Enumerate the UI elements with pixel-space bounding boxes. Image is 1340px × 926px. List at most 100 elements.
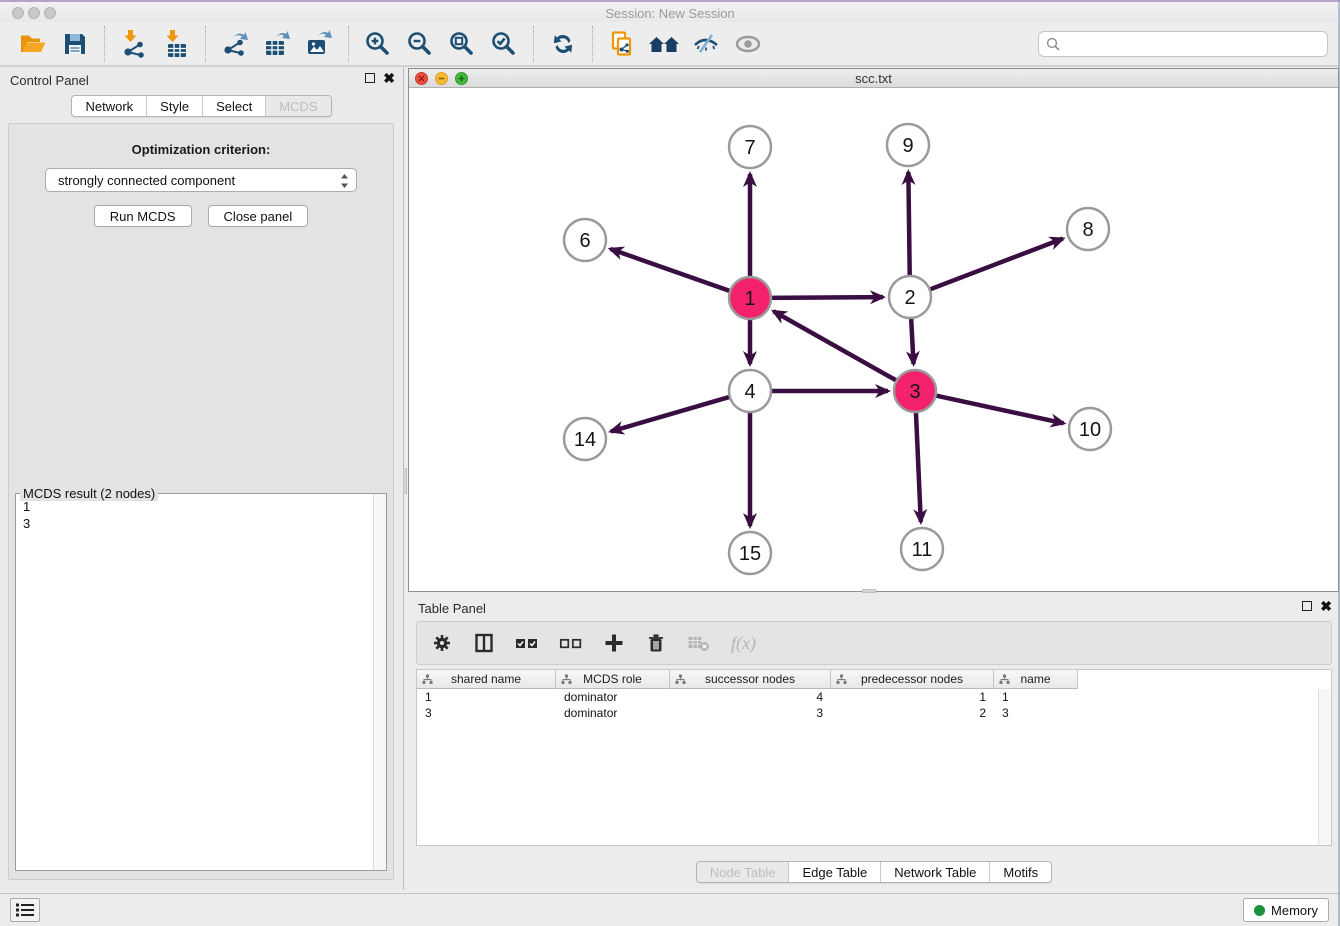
mcds-result-text[interactable]: 13 bbox=[16, 496, 372, 870]
column-header-MCDS-role[interactable]: MCDS role bbox=[556, 670, 670, 689]
show-columns-icon[interactable] bbox=[473, 632, 495, 654]
zoom-selected-icon[interactable] bbox=[487, 27, 521, 61]
graph-node-4[interactable]: 4 bbox=[729, 370, 771, 412]
graph-edge-3-1[interactable] bbox=[774, 311, 902, 383]
save-session-icon[interactable] bbox=[58, 27, 92, 61]
vertical-splitter-handle[interactable] bbox=[403, 468, 407, 494]
graph-edge-2-9[interactable] bbox=[908, 172, 909, 281]
tab-select[interactable]: Select bbox=[202, 96, 265, 116]
network-canvas[interactable]: 7 9 6 8 1 2 4 3 14 10 15 11 bbox=[409, 88, 1338, 591]
tab-mcds[interactable]: MCDS bbox=[265, 96, 330, 116]
graph-node-2[interactable]: 2 bbox=[889, 276, 931, 318]
table-cell[interactable]: 3 bbox=[994, 705, 1078, 721]
import-table-icon[interactable] bbox=[159, 27, 193, 61]
tab-network[interactable]: Network bbox=[72, 96, 146, 116]
duplicate-network-icon[interactable] bbox=[605, 27, 639, 61]
svg-text:8: 8 bbox=[1082, 219, 1093, 241]
tab-edge-table[interactable]: Edge Table bbox=[788, 862, 880, 882]
select-all-columns-icon[interactable] bbox=[515, 632, 539, 654]
table-panel-float-button[interactable] bbox=[1302, 601, 1312, 611]
table-panel-close-button[interactable]: ✖ bbox=[1320, 601, 1332, 611]
criterion-selected-value: strongly connected component bbox=[58, 173, 235, 188]
table-scrollbar[interactable] bbox=[1318, 689, 1331, 845]
graph-node-1[interactable]: 1 bbox=[729, 277, 771, 319]
table-cell[interactable]: 1 bbox=[417, 689, 556, 705]
export-table-icon[interactable] bbox=[260, 27, 294, 61]
export-network-icon[interactable] bbox=[218, 27, 252, 61]
tab-motifs[interactable]: Motifs bbox=[989, 862, 1051, 882]
horizontal-splitter-handle[interactable] bbox=[862, 589, 876, 593]
show-all-icon[interactable] bbox=[731, 27, 765, 61]
column-header-name[interactable]: name bbox=[994, 670, 1078, 689]
column-header-successor-nodes[interactable]: successor nodes bbox=[670, 670, 831, 689]
optimization-criterion-label: Optimization criterion: bbox=[9, 142, 393, 157]
search-input[interactable] bbox=[1065, 35, 1320, 52]
graph-node-10[interactable]: 10 bbox=[1069, 408, 1111, 450]
graph-edge-3-10[interactable] bbox=[931, 394, 1064, 423]
table-cell[interactable]: dominator bbox=[556, 705, 670, 721]
graph-node-11[interactable]: 11 bbox=[901, 528, 943, 570]
search-icon bbox=[1046, 37, 1060, 51]
table-cell[interactable]: 2 bbox=[831, 705, 994, 721]
memory-button[interactable]: Memory bbox=[1243, 898, 1329, 922]
list-icon bbox=[16, 903, 34, 917]
svg-text:4: 4 bbox=[744, 381, 755, 403]
mcds-result-scrollbar[interactable] bbox=[373, 494, 386, 870]
graph-node-9[interactable]: 9 bbox=[887, 124, 929, 166]
run-mcds-button[interactable]: Run MCDS bbox=[94, 205, 192, 227]
table-cell[interactable]: 3 bbox=[670, 705, 831, 721]
table-body: 1dominator4113dominator323 bbox=[417, 689, 1331, 721]
control-panel-float-button[interactable] bbox=[365, 73, 375, 83]
search-field[interactable] bbox=[1038, 31, 1328, 57]
table-cell[interactable]: 4 bbox=[670, 689, 831, 705]
delete-column-icon[interactable] bbox=[645, 632, 667, 654]
first-neighbors-icon[interactable] bbox=[647, 27, 681, 61]
column-header-shared-name[interactable]: shared name bbox=[417, 670, 556, 689]
zoom-fit-icon[interactable] bbox=[445, 27, 479, 61]
task-history-button[interactable] bbox=[10, 898, 40, 922]
graph-node-7[interactable]: 7 bbox=[729, 126, 771, 168]
control-panel-close-button[interactable]: ✖ bbox=[383, 73, 395, 83]
export-image-icon[interactable] bbox=[302, 27, 336, 61]
function-builder-icon: f(x) bbox=[731, 633, 756, 654]
graph-edge-2-3[interactable] bbox=[911, 313, 914, 364]
open-file-icon[interactable] bbox=[16, 27, 50, 61]
table-settings-gear-icon[interactable] bbox=[431, 632, 453, 654]
toolbar-separator bbox=[348, 26, 349, 62]
criterion-select[interactable]: strongly connected component bbox=[45, 168, 357, 192]
tab-style[interactable]: Style bbox=[146, 96, 202, 116]
table-row[interactable]: 3dominator323 bbox=[417, 705, 1331, 721]
zoom-out-icon[interactable] bbox=[403, 27, 437, 61]
graph-edge-1-6[interactable] bbox=[610, 249, 734, 293]
graph-edge-1-2[interactable] bbox=[766, 297, 883, 298]
network-window-titlebar[interactable]: scc.txt bbox=[409, 69, 1338, 88]
zoom-in-icon[interactable] bbox=[361, 27, 395, 61]
main-toolbar bbox=[0, 22, 1340, 67]
table-tabs: Node TableEdge TableNetwork TableMotifs bbox=[696, 861, 1052, 883]
svg-text:14: 14 bbox=[574, 429, 596, 451]
close-panel-button[interactable]: Close panel bbox=[208, 205, 309, 227]
select-chevrons-icon bbox=[340, 173, 349, 189]
hide-selected-icon[interactable] bbox=[689, 27, 723, 61]
graph-node-6[interactable]: 6 bbox=[564, 219, 606, 261]
graph-edge-3-11[interactable] bbox=[916, 407, 921, 522]
tab-network-table[interactable]: Network Table bbox=[880, 862, 989, 882]
graph-node-14[interactable]: 14 bbox=[564, 418, 606, 460]
app-titlebar: Session: New Session bbox=[0, 0, 1340, 22]
deselect-all-columns-icon[interactable] bbox=[559, 632, 583, 654]
graph-node-8[interactable]: 8 bbox=[1067, 208, 1109, 250]
tab-node-table[interactable]: Node Table bbox=[697, 862, 789, 882]
table-cell[interactable]: 3 bbox=[417, 705, 556, 721]
add-column-icon[interactable] bbox=[603, 632, 625, 654]
import-network-icon[interactable] bbox=[117, 27, 151, 61]
table-row[interactable]: 1dominator411 bbox=[417, 689, 1331, 705]
graph-edge-4-14[interactable] bbox=[611, 395, 735, 431]
column-header-predecessor-nodes[interactable]: predecessor nodes bbox=[831, 670, 994, 689]
table-cell[interactable]: 1 bbox=[994, 689, 1078, 705]
table-cell[interactable]: dominator bbox=[556, 689, 670, 705]
refresh-layout-icon[interactable] bbox=[546, 27, 580, 61]
graph-edge-2-8[interactable] bbox=[925, 239, 1063, 292]
graph-node-15[interactable]: 15 bbox=[729, 532, 771, 574]
table-cell[interactable]: 1 bbox=[831, 689, 994, 705]
graph-node-3[interactable]: 3 bbox=[894, 370, 936, 412]
